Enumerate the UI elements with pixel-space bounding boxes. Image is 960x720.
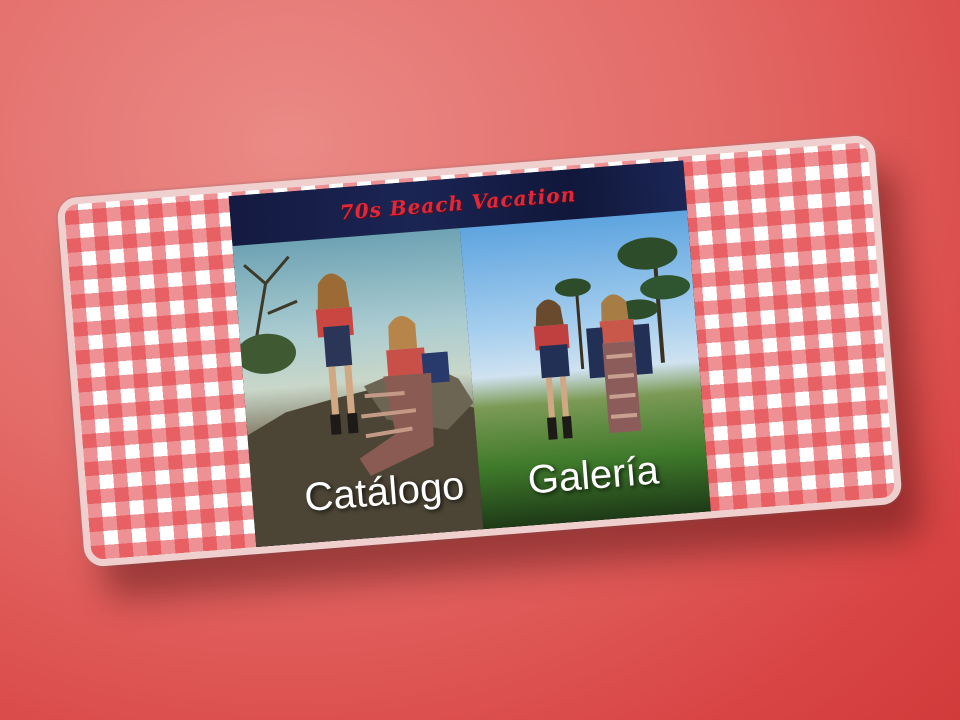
catalog-link[interactable]: Catálogo: [232, 228, 484, 548]
gingham-banner-card: 70s Beach Vacation Catálogo Galería: [56, 134, 903, 568]
banner-title: 70s Beach Vacation: [338, 182, 577, 225]
gallery-link[interactable]: Galería: [459, 210, 711, 530]
banner-card-wrapper: 70s Beach Vacation Catálogo Galería: [56, 134, 903, 568]
photo-panel: 70s Beach Vacation Catálogo Galería: [228, 160, 711, 548]
